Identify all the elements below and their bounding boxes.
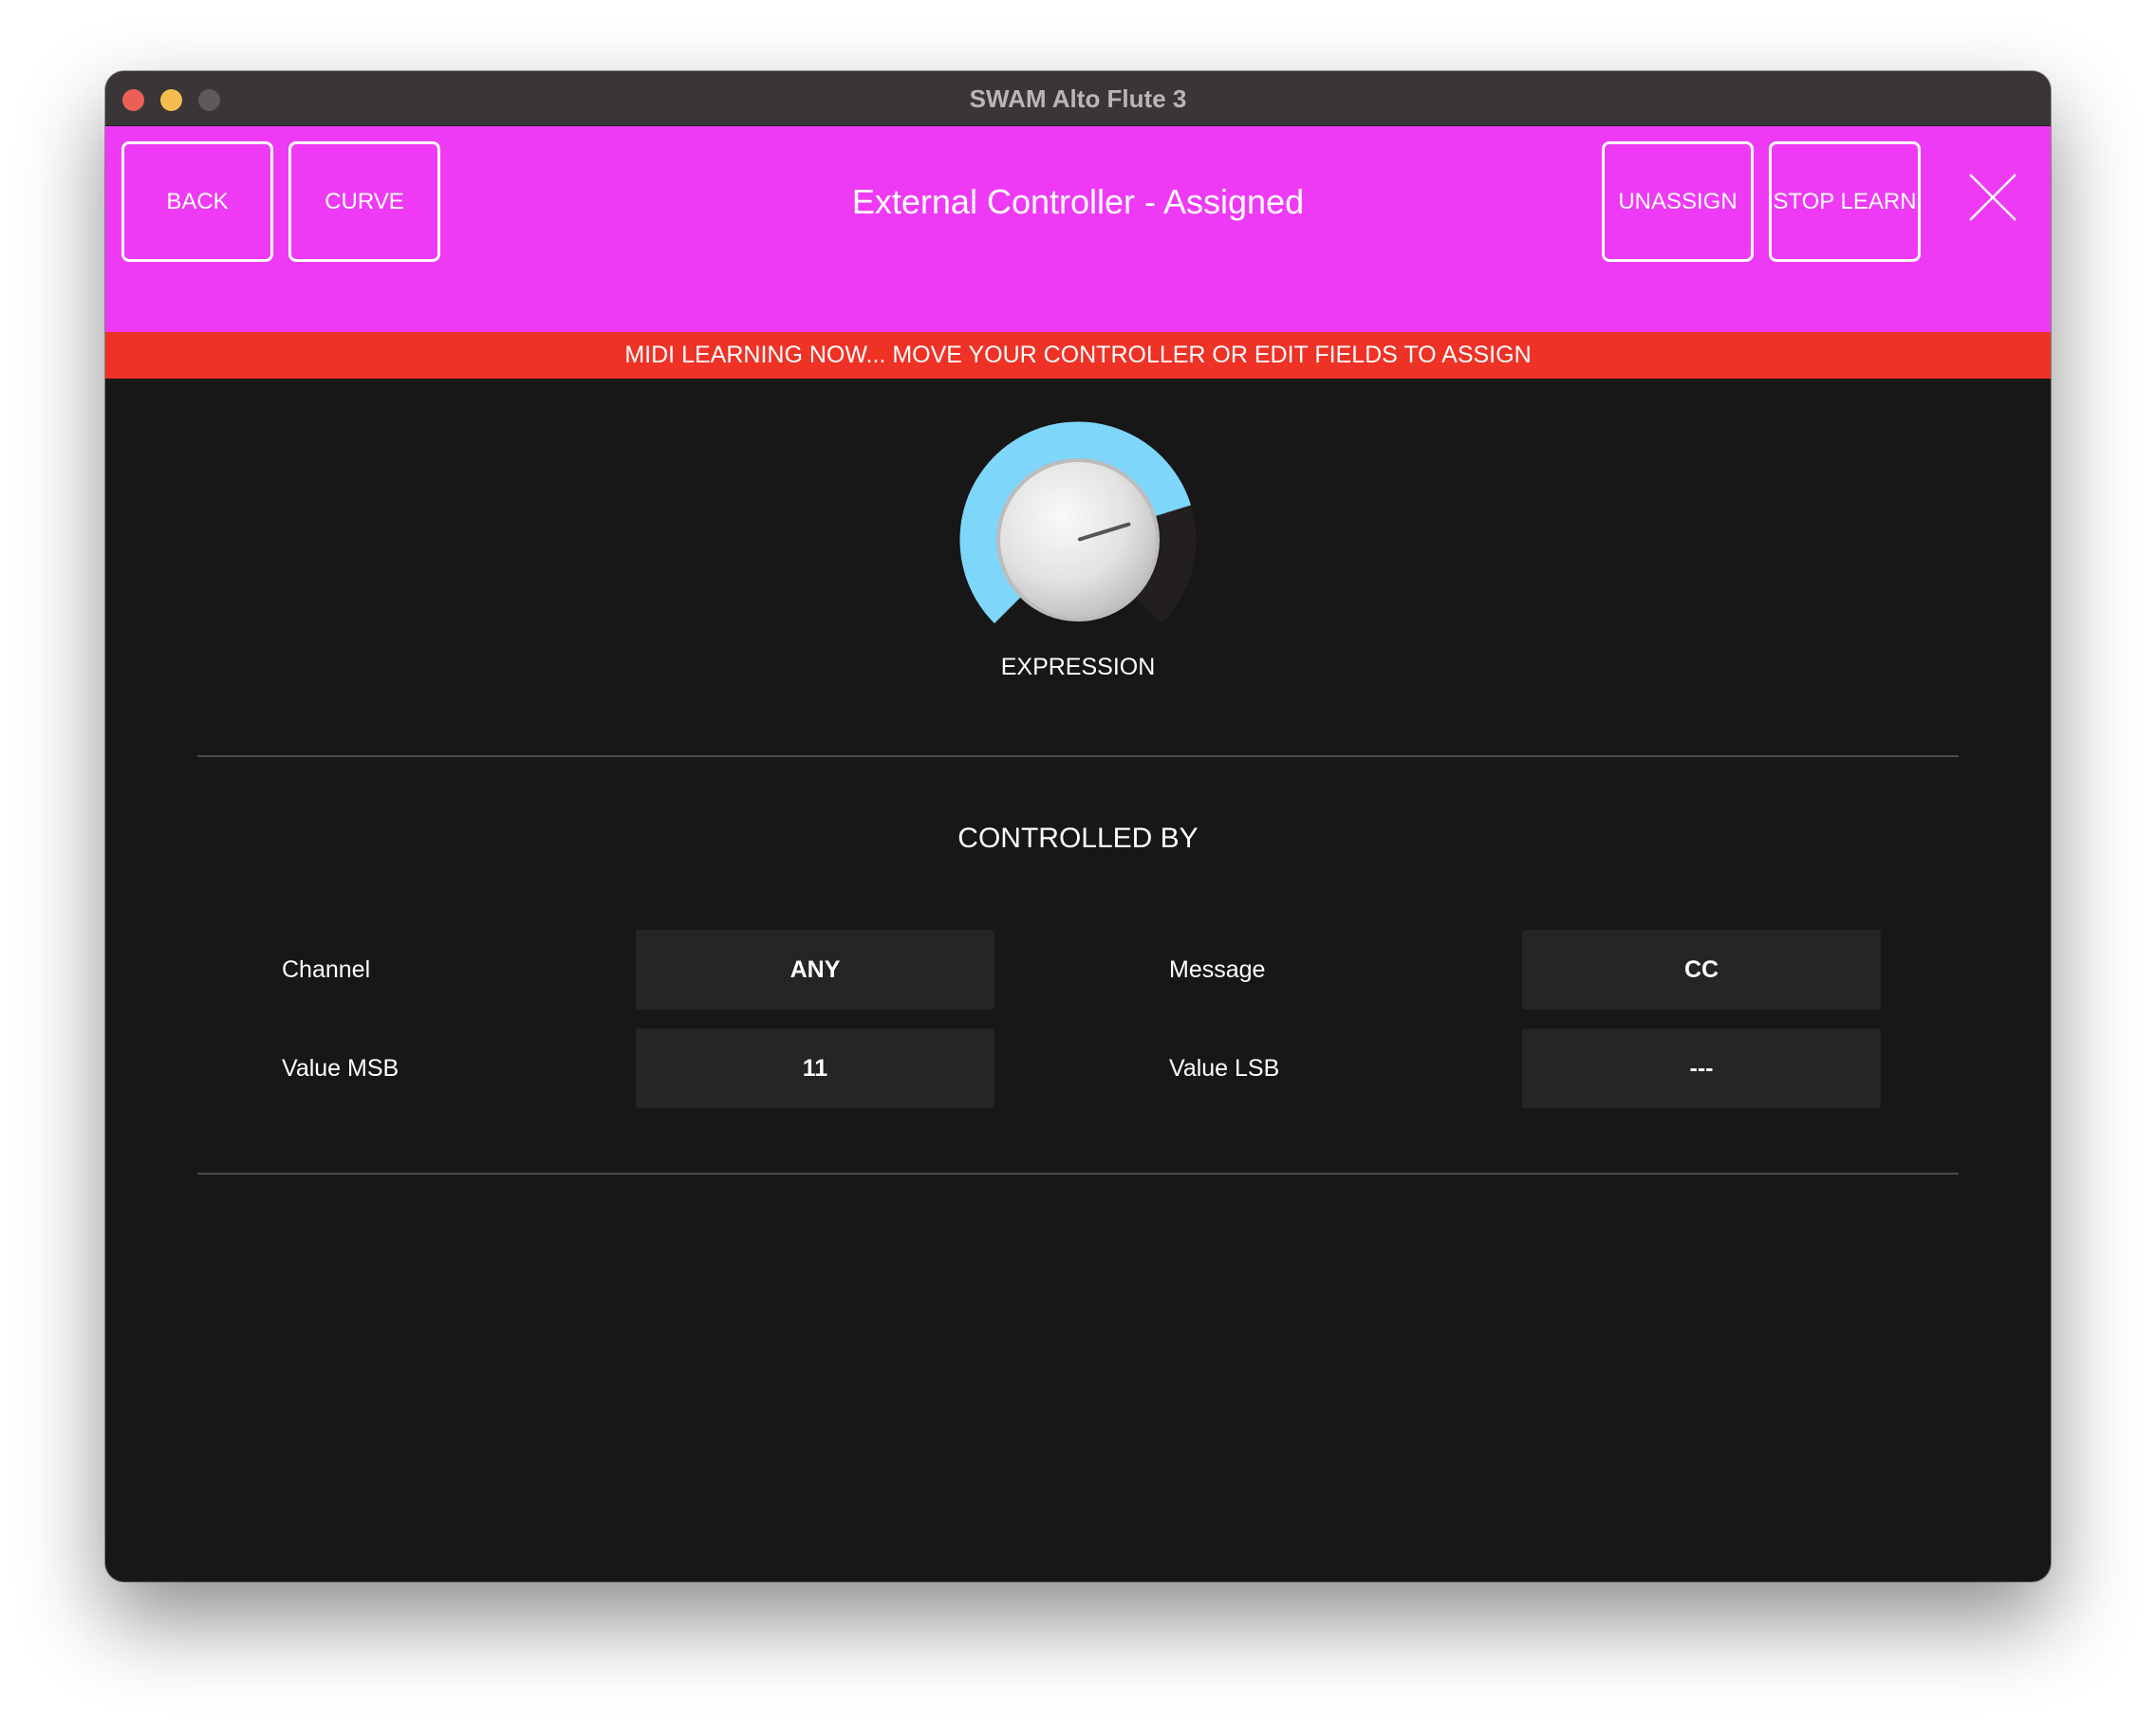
section-divider: [197, 1173, 1959, 1175]
window-title: SWAM Alto Flute 3: [969, 84, 1187, 113]
back-button[interactable]: BACK: [121, 141, 273, 262]
page-title: External Controller - Assigned: [851, 182, 1305, 221]
channel-field[interactable]: ANY: [636, 930, 994, 1010]
app-window: SWAM Alto Flute 3 BACK CURVE External Co…: [105, 71, 2051, 1582]
title-bar: SWAM Alto Flute 3: [105, 71, 2051, 126]
unassign-button[interactable]: UNASSIGN: [1602, 141, 1754, 262]
value-lsb-field[interactable]: ---: [1522, 1028, 1881, 1108]
section-divider: [197, 755, 1959, 757]
expression-knob[interactable]: [949, 411, 1207, 669]
message-label: Message: [1169, 956, 1266, 983]
midi-learn-banner: MIDI LEARNING NOW... MOVE YOUR CONTROLLE…: [105, 332, 2051, 379]
value-lsb-label: Value LSB: [1169, 1055, 1280, 1082]
close-icon[interactable]: [1968, 173, 2017, 222]
curve-button[interactable]: CURVE: [288, 141, 440, 262]
value-msb-field[interactable]: 11: [636, 1028, 994, 1108]
channel-label: Channel: [282, 956, 371, 983]
value-msb-label: Value MSB: [282, 1055, 400, 1082]
stop-learn-button[interactable]: STOP LEARN: [1769, 141, 1921, 262]
header-bar: BACK CURVE External Controller - Assigne…: [105, 126, 2051, 379]
section-title: CONTROLLED BY: [957, 823, 1199, 854]
message-field[interactable]: CC: [1522, 930, 1881, 1010]
knob-label: EXPRESSION: [1000, 654, 1156, 680]
